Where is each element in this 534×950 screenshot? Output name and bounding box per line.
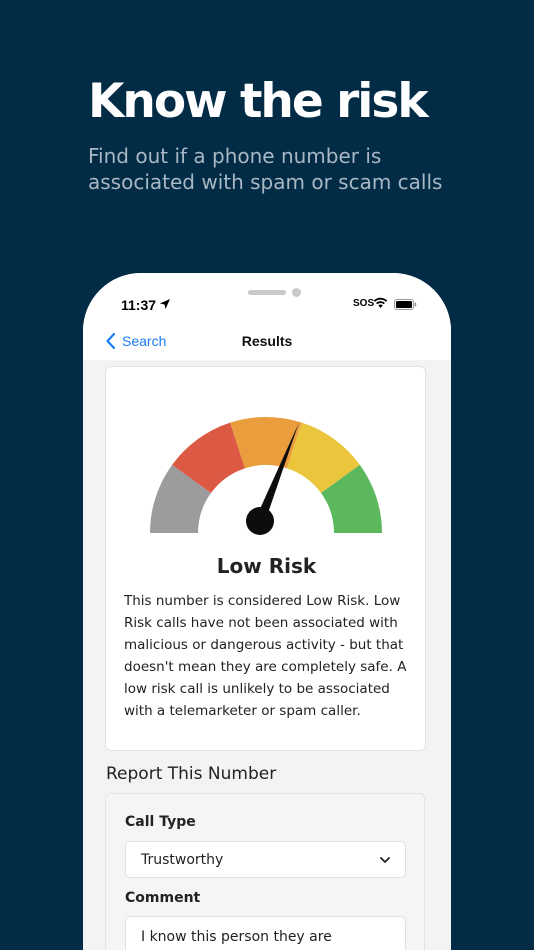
risk-level-title: Low Risk [216, 554, 317, 578]
call-type-select[interactable]: Trustworthy [125, 841, 406, 878]
chevron-down-icon [380, 857, 390, 863]
status-time: 11:37 [121, 297, 157, 313]
navigation-bar: Search Results [83, 323, 451, 360]
risk-gauge [150, 417, 382, 535]
report-section-title: Report This Number [106, 764, 277, 784]
battery-icon [394, 299, 417, 310]
wifi-icon [373, 297, 388, 308]
call-type-value: Trustworthy [141, 852, 224, 868]
comment-textarea[interactable]: I know this person they are [125, 916, 406, 950]
risk-card: Low Risk This number is considered Low R… [105, 366, 426, 751]
promo-headline: Know the risk [88, 74, 429, 129]
camera-dot [292, 288, 301, 297]
call-type-label: Call Type [125, 814, 196, 830]
page-title: Results [241, 333, 293, 349]
location-arrow-icon [160, 299, 170, 309]
risk-description: This number is considered Low Risk. Low … [124, 593, 407, 719]
phone-frame: 11:37 SOS Search Results Low Risk This n… [83, 273, 451, 950]
promo-subhead: Find out if a phone number is associated… [88, 144, 443, 194]
status-bar: 11:37 SOS [83, 273, 451, 323]
speaker-grille [248, 290, 286, 295]
sos-indicator: SOS [353, 298, 375, 309]
comment-label: Comment [125, 890, 201, 906]
gauge-hub [246, 507, 274, 535]
report-form: Call Type Trustworthy Comment I know thi… [105, 793, 425, 950]
